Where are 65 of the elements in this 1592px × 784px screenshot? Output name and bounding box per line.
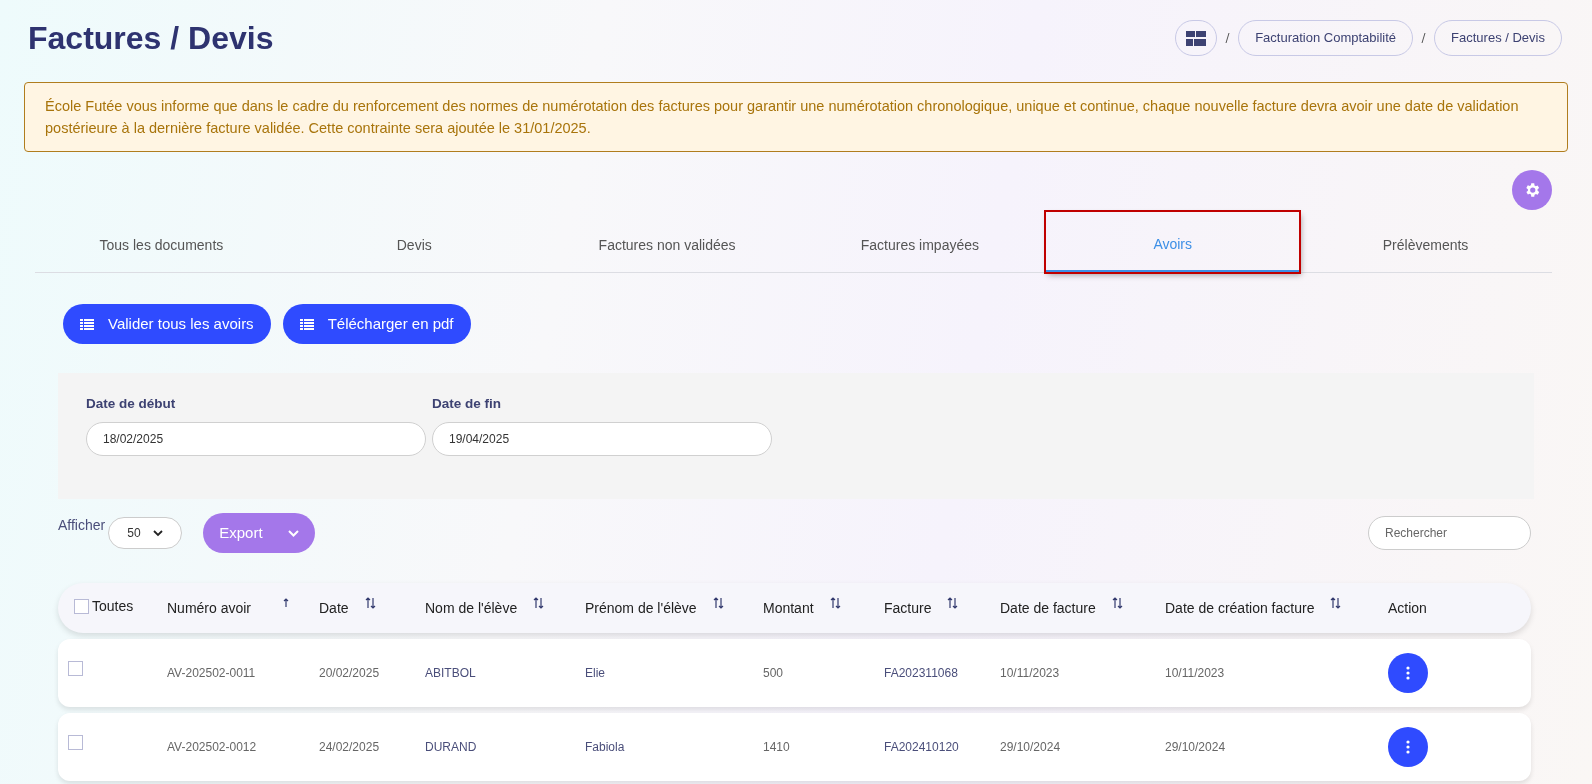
column-header: Action [1388,598,1427,618]
row-menu-button[interactable] [1388,727,1428,767]
slash-icon [1421,33,1427,43]
slash-icon [1225,33,1231,43]
select-all-label: Toutes [92,597,134,616]
row-menu-button[interactable] [1388,653,1428,693]
table-cell: DURAND [425,740,477,754]
column-header: Montant [763,598,814,618]
grid-icon [1186,30,1207,46]
list-icon [80,318,94,330]
sort-ascending-icon[interactable] [283,597,290,607]
column-header: Nom de l'élève [425,598,518,618]
column-header: Date de facture [1000,598,1096,618]
notice-banner: École Futée vous informe que dans le cadre du renforcement des normes de numérotation des factures pour garantir une numérotation chronologique, unique et continue, chaque nouvelle facture devra avoir une date de validation postérieure à la dernière facture validée. Cette contrainte sera ajoutée le 31/01/2025. [24,82,1568,152]
row-checkbox[interactable] [68,661,83,676]
table-cell: FA202311068 [884,666,958,680]
field-label: Date de début [86,395,177,413]
tab[interactable]: Factures impayées [793,212,1047,272]
sort-icon[interactable] [947,597,959,609]
search-field[interactable]: Rechercher [1368,516,1531,550]
show-label: Afficher [58,516,106,535]
table-cell: 29/10/2024 [1000,740,1061,754]
sort-icon[interactable] [1330,597,1342,609]
table-cell: Elie [585,666,605,680]
page-size-select[interactable]: 50 [108,517,183,549]
table-cell: 20/02/2025 [319,666,380,680]
table-cell: ABITBOL [425,666,476,680]
sort-icon[interactable] [712,597,724,609]
chevron-down-icon [153,529,164,537]
action-button[interactable]: Valider tous les avoirs [63,304,271,344]
table-cell: Fabiola [585,740,625,754]
field-label: Date de fin [432,395,502,413]
column-header: Prénom de l'élève [585,598,697,618]
more-vertical-icon [1406,740,1410,754]
action-button[interactable]: Télécharger en pdf [282,304,471,344]
sort-icon[interactable] [364,597,376,609]
list-icon [299,318,314,330]
column-header: Date [319,598,349,618]
sort-icon[interactable] [533,597,545,609]
more-vertical-icon [1406,666,1410,680]
table-cell: 10/11/2023 [1000,666,1060,680]
tab[interactable]: Prélèvements [1299,212,1552,272]
column-header: Facture [884,598,932,618]
table-cell: AV-202502-0011 [167,666,256,680]
table-cell: 500 [763,666,784,680]
date-field[interactable]: 19/04/2025 [432,422,772,457]
date-field[interactable]: 18/02/2025 [86,422,426,457]
tab[interactable]: Devis [287,212,541,272]
table-cell: 1410 [763,740,790,754]
settings-button[interactable] [1512,170,1552,210]
column-header: Numéro avoir [167,598,252,618]
tab[interactable]: Factures non validées [540,212,794,272]
sort-icon[interactable] [829,597,841,609]
table-cell: 29/10/2024 [1165,740,1226,754]
tab[interactable]: Tous les documents [35,212,288,272]
table-cell: 10/11/2023 [1165,666,1225,680]
row-checkbox[interactable] [68,735,83,750]
table-cell: 24/02/2025 [319,740,380,754]
table-cell: FA202410120 [884,740,959,754]
column-header: Date de création facture [1165,598,1315,618]
sort-icon[interactable] [1111,597,1123,609]
table-cell: AV-202502-0012 [167,740,257,754]
page-title: Factures / Devis [28,19,274,58]
select-all-checkbox[interactable] [74,599,89,614]
chevron-down-icon [288,529,300,537]
